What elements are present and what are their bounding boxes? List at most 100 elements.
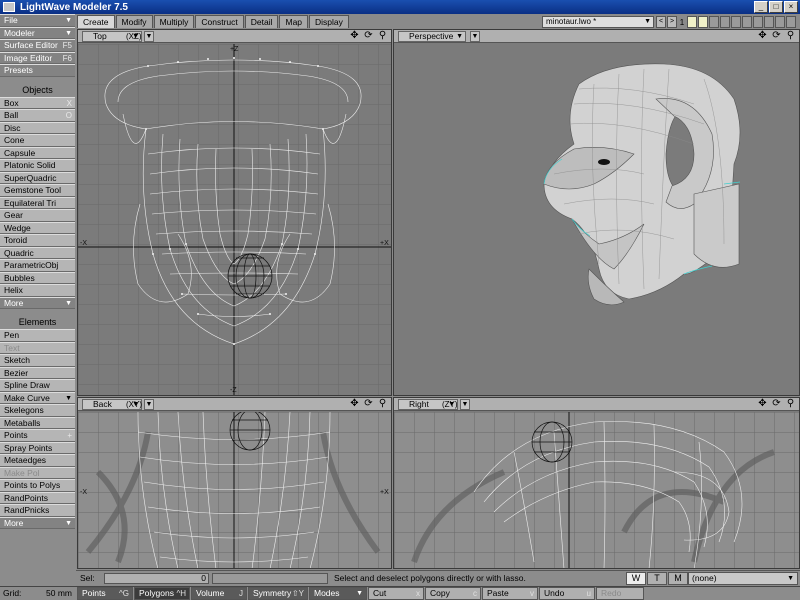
tool-make-pol-button[interactable]: Make Pol (0, 466, 75, 479)
layer-slot-7[interactable] (753, 16, 763, 28)
tool-spline-draw-button[interactable]: Spline Draw (0, 379, 75, 392)
move-view-icon[interactable]: ✥ (757, 398, 768, 410)
viewport-top[interactable]: Top ▼ (XZ) ▼ ✥ ⟳ ⚲ +Z -Z -X +X (77, 29, 392, 396)
viewport-right[interactable]: Right ▼ (ZY) ▼ ✥ ⟳ ⚲ (393, 397, 800, 569)
rotate-view-icon[interactable]: ⟳ (363, 398, 374, 410)
layer-slot-2[interactable] (698, 16, 708, 28)
tool-spray-points-button[interactable]: Spray Points (0, 441, 75, 454)
bottom-copy-button[interactable]: Copy c (425, 587, 481, 600)
viewport-perspective[interactable]: Perspective ▼ ▼ ✥ ⟳ ⚲ (393, 29, 800, 396)
tool-disc-button[interactable]: Disc (0, 121, 75, 134)
viewport-view-select[interactable]: Perspective ▼ (398, 31, 466, 42)
tab-map[interactable]: Map (279, 15, 309, 28)
tool-randpnicks-button[interactable]: RandPnicks (0, 504, 75, 517)
viewport-render-style-dropdown[interactable]: ▼ (144, 31, 154, 42)
tool-metaedges-button[interactable]: Metaedges (0, 454, 75, 467)
zoom-view-icon[interactable]: ⚲ (785, 398, 796, 410)
rotate-view-icon[interactable]: ⟳ (363, 30, 374, 42)
bottom-modes-button[interactable]: Modes ▼ (309, 587, 367, 600)
tool-cone-button[interactable]: Cone (0, 134, 75, 147)
mode-t-button[interactable]: T (647, 572, 667, 585)
viewport-canvas[interactable]: -X +X (78, 412, 391, 568)
viewport-render-style-dropdown[interactable]: ▼ (470, 31, 480, 42)
layer-slot-10[interactable] (786, 16, 796, 28)
move-view-icon[interactable]: ✥ (349, 30, 360, 42)
tool-toroid-button[interactable]: Toroid (0, 234, 75, 247)
rotate-view-icon[interactable]: ⟳ (771, 398, 782, 410)
tool-ball-button[interactable]: Ball O (0, 109, 75, 122)
layer-slot-9[interactable] (775, 16, 785, 28)
bottom-paste-button[interactable]: Paste v (482, 587, 538, 600)
bottom-polygons-button[interactable]: Polygons ^H (134, 587, 190, 600)
tool-capsule-button[interactable]: Capsule (0, 146, 75, 159)
viewport-canvas[interactable] (394, 44, 799, 395)
tool-image-editor-button[interactable]: Image Editor F6 (0, 51, 75, 64)
bottom-volume-button[interactable]: Volume J (191, 587, 247, 600)
bottom-cut-button[interactable]: Cut x (368, 587, 424, 600)
bottom-symmetry-button[interactable]: Symmetry ⇧Y (248, 587, 308, 600)
layer-slot-4[interactable] (720, 16, 730, 28)
layer-prev-button[interactable]: < (656, 16, 666, 28)
maximize-button[interactable]: □ (769, 1, 783, 13)
bottom-points-button[interactable]: Points ^G (77, 587, 133, 600)
tool-randpoints-button[interactable]: RandPoints (0, 491, 75, 504)
tool-bezier-button[interactable]: Bezier (0, 366, 75, 379)
tool-parametricobj-button[interactable]: ParametricObj (0, 259, 75, 272)
tool-file-button[interactable]: File ▼ (0, 14, 75, 27)
layer-slot-8[interactable] (764, 16, 774, 28)
tool-text-button[interactable]: Text (0, 341, 75, 354)
tab-multiply[interactable]: Multiply (153, 15, 195, 28)
tool-points-button[interactable]: Points + (0, 429, 75, 442)
tool-more-button[interactable]: More ▼ (0, 516, 75, 529)
tool-bubbles-button[interactable]: Bubbles (0, 271, 75, 284)
tool-points-to-polys-button[interactable]: Points to Polys (0, 479, 75, 492)
move-view-icon[interactable]: ✥ (757, 30, 768, 42)
tool-superquadric-button[interactable]: SuperQuadric (0, 171, 75, 184)
tool-gemstone-tool-button[interactable]: Gemstone Tool (0, 184, 75, 197)
layer-next-button[interactable]: > (667, 16, 677, 28)
tool-quadric-button[interactable]: Quadric (0, 246, 75, 259)
viewport-canvas[interactable]: +Z -Z -X +X (78, 44, 391, 395)
tab-create[interactable]: Create (77, 15, 115, 28)
tool-modeler-button[interactable]: Modeler ▼ (0, 26, 75, 39)
tool-make-curve-button[interactable]: Make Curve ▼ (0, 391, 75, 404)
tool-platonic-solid-button[interactable]: Platonic Solid (0, 159, 75, 172)
mode-w-button[interactable]: W (626, 572, 646, 585)
tab-display[interactable]: Display (309, 15, 349, 28)
layer-slot-5[interactable] (731, 16, 741, 28)
viewport-back[interactable]: Back ▼ (XY) ▼ ✥ ⟳ ⚲ -X +X (77, 397, 392, 569)
viewport-render-style-dropdown[interactable]: ▼ (144, 399, 154, 410)
move-view-icon[interactable]: ✥ (349, 398, 360, 410)
zoom-view-icon[interactable]: ⚲ (377, 398, 388, 410)
tool-more-button[interactable]: More ▼ (0, 296, 75, 309)
tool-pen-button[interactable]: Pen (0, 329, 75, 342)
mode-m-button[interactable]: M (668, 572, 688, 585)
zoom-view-icon[interactable]: ⚲ (785, 30, 796, 42)
tool-helix-button[interactable]: Helix (0, 284, 75, 297)
tool-wedge-button[interactable]: Wedge (0, 221, 75, 234)
minimize-button[interactable]: _ (754, 1, 768, 13)
layer-slot-6[interactable] (742, 16, 752, 28)
tool-skelegons-button[interactable]: Skelegons (0, 404, 75, 417)
layer-slot-3[interactable] (709, 16, 719, 28)
tool-sketch-button[interactable]: Sketch (0, 354, 75, 367)
tab-modify[interactable]: Modify (115, 15, 153, 28)
object-selector[interactable]: minotaur.lwo * ▼ (542, 16, 654, 28)
tool-presets-button[interactable]: Presets (0, 64, 75, 77)
tab-construct[interactable]: Construct (195, 15, 244, 28)
zoom-view-icon[interactable]: ⚲ (377, 30, 388, 42)
tool-surface-editor-button[interactable]: Surface Editor F5 (0, 39, 75, 52)
viewport-canvas[interactable] (394, 412, 799, 568)
bottom-undo-button[interactable]: Undo u (539, 587, 595, 600)
bottom-redo-button[interactable]: Redo (596, 587, 644, 600)
tool-equilateral-tri-button[interactable]: Equilateral Tri (0, 196, 75, 209)
tool-box-button[interactable]: Box X (0, 96, 75, 109)
close-button[interactable]: × (784, 1, 798, 13)
layer-slot-1[interactable] (687, 16, 697, 28)
tab-detail[interactable]: Detail (244, 15, 279, 28)
tool-metaballs-button[interactable]: Metaballs (0, 416, 75, 429)
viewport-render-style-dropdown[interactable]: ▼ (460, 399, 470, 410)
surface-selector[interactable]: (none) ▼ (688, 572, 798, 585)
rotate-view-icon[interactable]: ⟳ (771, 30, 782, 42)
tool-gear-button[interactable]: Gear (0, 209, 75, 222)
